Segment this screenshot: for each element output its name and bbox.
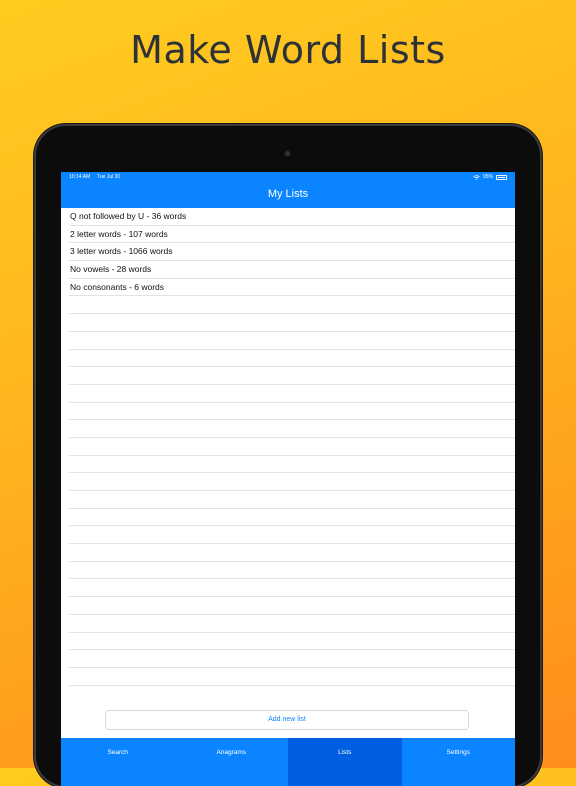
empty-row xyxy=(69,438,515,456)
empty-row xyxy=(69,491,515,509)
ipad-frame: 10:14 AM Tue Jul 30 95% My Lists Q not f… xyxy=(36,126,540,786)
list-item[interactable]: No consonants - 6 words xyxy=(69,279,515,297)
status-date: Tue Jul 30 xyxy=(97,174,121,180)
list-item[interactable]: No vowels - 28 words xyxy=(69,261,515,279)
status-time: 10:14 AM xyxy=(69,174,91,180)
battery-icon xyxy=(496,174,507,180)
list-item[interactable]: 3 letter words - 1066 words xyxy=(69,243,515,262)
empty-row xyxy=(69,403,515,421)
wifi-icon xyxy=(473,174,480,180)
battery-percent: 95% xyxy=(482,174,493,180)
empty-row xyxy=(69,385,515,403)
empty-row xyxy=(69,544,515,562)
tab-settings[interactable]: Settings xyxy=(402,738,516,786)
empty-row xyxy=(69,332,515,350)
status-bar: 10:14 AM Tue Jul 30 95% xyxy=(61,172,515,182)
empty-row xyxy=(69,526,515,545)
tab-anagrams[interactable]: Anagrams xyxy=(175,738,289,786)
list-item[interactable]: 2 letter words - 107 words xyxy=(69,226,515,244)
empty-row xyxy=(69,633,515,651)
empty-row xyxy=(69,509,515,527)
tab-search[interactable]: Search xyxy=(61,738,175,786)
empty-row xyxy=(69,350,515,368)
nav-bar: My Lists xyxy=(61,182,515,208)
empty-row xyxy=(69,668,515,686)
camera-icon xyxy=(284,150,291,157)
status-right: 95% xyxy=(473,172,507,182)
nav-title: My Lists xyxy=(267,188,309,200)
app-screen: 10:14 AM Tue Jul 30 95% My Lists Q not f… xyxy=(61,172,515,786)
empty-row xyxy=(69,650,515,668)
empty-row xyxy=(69,597,515,615)
empty-row xyxy=(69,473,515,491)
headline: Make Word Lists xyxy=(130,28,446,72)
empty-row xyxy=(69,615,515,633)
list-item[interactable]: Q not followed by U - 36 words xyxy=(69,208,515,226)
empty-row xyxy=(69,456,515,474)
empty-row xyxy=(69,562,515,580)
empty-row xyxy=(69,579,515,598)
empty-row xyxy=(69,314,515,332)
word-lists: Q not followed by U - 36 words 2 letter w… xyxy=(61,208,515,698)
add-new-list-button[interactable]: Add new list xyxy=(105,710,469,730)
empty-row xyxy=(69,420,515,438)
tab-bar: Search Anagrams Lists Settings xyxy=(61,738,515,786)
empty-row xyxy=(69,367,515,385)
tab-lists[interactable]: Lists xyxy=(288,738,402,786)
empty-row xyxy=(69,296,515,315)
